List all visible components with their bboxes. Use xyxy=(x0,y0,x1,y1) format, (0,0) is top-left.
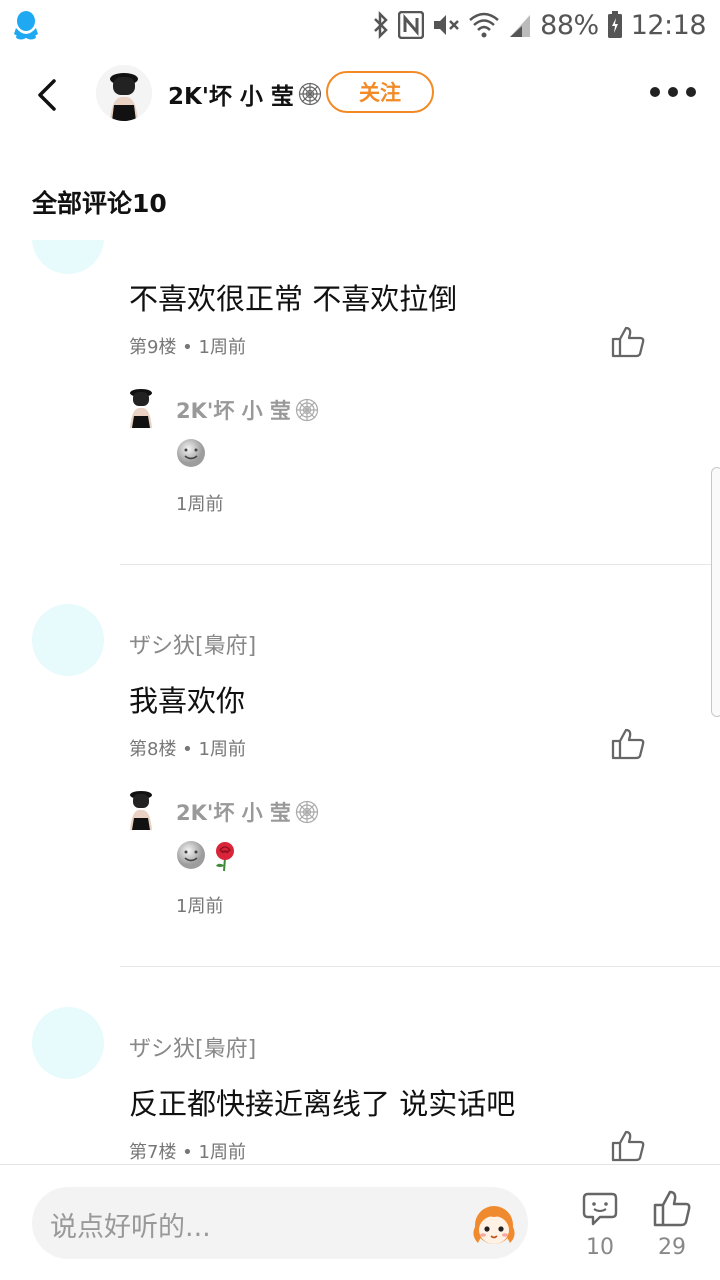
author-name[interactable]: 2K'坏 小 莹 xyxy=(168,77,322,111)
comment-text: 我喜欢你 xyxy=(129,684,246,718)
like-icon[interactable] xyxy=(610,727,646,761)
rose-emoji xyxy=(216,842,234,872)
reply-emoji-row xyxy=(176,840,240,872)
mute-icon xyxy=(434,15,460,35)
comment-input-placeholder: 说点好听的... xyxy=(50,1212,211,1243)
reply-avatar[interactable] xyxy=(126,388,156,428)
commenter-avatar[interactable] xyxy=(32,240,104,274)
status-bar: 88% 12:18 xyxy=(0,0,720,50)
comment-text: 不喜欢很正常 不喜欢拉倒 xyxy=(129,282,458,316)
more-dot xyxy=(650,87,660,97)
mascot-icon[interactable] xyxy=(466,1195,522,1251)
reply-emoji-row xyxy=(176,438,206,468)
reply-avatar[interactable] xyxy=(126,790,156,830)
smile-emoji xyxy=(177,841,205,869)
section-title: 全部评论10 xyxy=(32,189,167,218)
follow-button[interactable]: 关注 xyxy=(326,71,434,113)
battery-percent: 88% xyxy=(540,9,599,41)
spiderweb-icon xyxy=(295,800,319,824)
commenter-avatar[interactable] xyxy=(32,1007,104,1079)
comment-author[interactable]: ザシ犾[梟府] xyxy=(129,628,256,660)
reply-time: 1周前 xyxy=(176,494,224,515)
wifi-icon xyxy=(469,12,499,38)
status-icons: 88% 12:18 xyxy=(372,8,707,42)
nfc-icon xyxy=(398,11,425,39)
top-bar: 2K'坏 小 莹 关注 xyxy=(0,55,720,135)
reply-author[interactable]: 2K'坏 小 莹 xyxy=(176,395,319,425)
like-icon[interactable] xyxy=(610,1129,646,1163)
like-post-button[interactable]: 29 xyxy=(652,1189,692,1260)
back-icon[interactable] xyxy=(30,75,64,115)
clock: 12:18 xyxy=(630,9,707,41)
author-avatar[interactable] xyxy=(96,65,152,121)
comment-meta: 第8楼 • 1周前 xyxy=(129,739,246,760)
comment-author[interactable]: ザシ犾[梟府] xyxy=(129,1031,256,1063)
battery-icon xyxy=(607,11,622,38)
comments-button[interactable]: 10 xyxy=(580,1189,620,1260)
scrollbar[interactable] xyxy=(711,467,720,717)
reply-author-text: 2K'坏 小 莹 xyxy=(176,801,291,825)
reply-author[interactable]: 2K'坏 小 莹 xyxy=(176,797,319,827)
thumbs-up-icon xyxy=(653,1190,691,1227)
divider xyxy=(120,966,720,967)
comment-meta: 第7楼 • 1周前 xyxy=(129,1142,246,1163)
spiderweb-icon xyxy=(298,82,321,106)
more-dot xyxy=(686,87,696,97)
like-icon[interactable] xyxy=(610,325,646,359)
spiderweb-icon xyxy=(295,398,319,422)
bluetooth-icon xyxy=(374,11,388,39)
signal-icon xyxy=(510,15,531,37)
reply-time: 1周前 xyxy=(176,896,224,917)
comment-count: 10 xyxy=(586,1235,614,1260)
comment-list[interactable]: 不喜欢很正常 不喜欢拉倒 第9楼 • 1周前 2K'坏 小 莹 1周前 ザシ犾[… xyxy=(0,240,720,1165)
comment-input[interactable]: 说点好听的... xyxy=(32,1187,528,1259)
smile-emoji xyxy=(177,439,205,467)
reply-author-text: 2K'坏 小 莹 xyxy=(176,399,291,423)
comment-text: 反正都快接近离线了 说实话吧 xyxy=(129,1087,516,1121)
author-name-text: 2K'坏 小 莹 xyxy=(168,84,294,110)
commenter-avatar[interactable] xyxy=(32,604,104,676)
more-dot xyxy=(668,87,678,97)
comment-meta: 第9楼 • 1周前 xyxy=(129,337,246,358)
divider xyxy=(120,564,720,565)
like-count: 29 xyxy=(658,1235,686,1260)
more-icon[interactable] xyxy=(650,85,698,99)
comment-icon xyxy=(582,1192,618,1226)
bottom-bar: 说点好听的... 10 29 xyxy=(0,1164,720,1280)
qq-icon xyxy=(14,11,38,40)
